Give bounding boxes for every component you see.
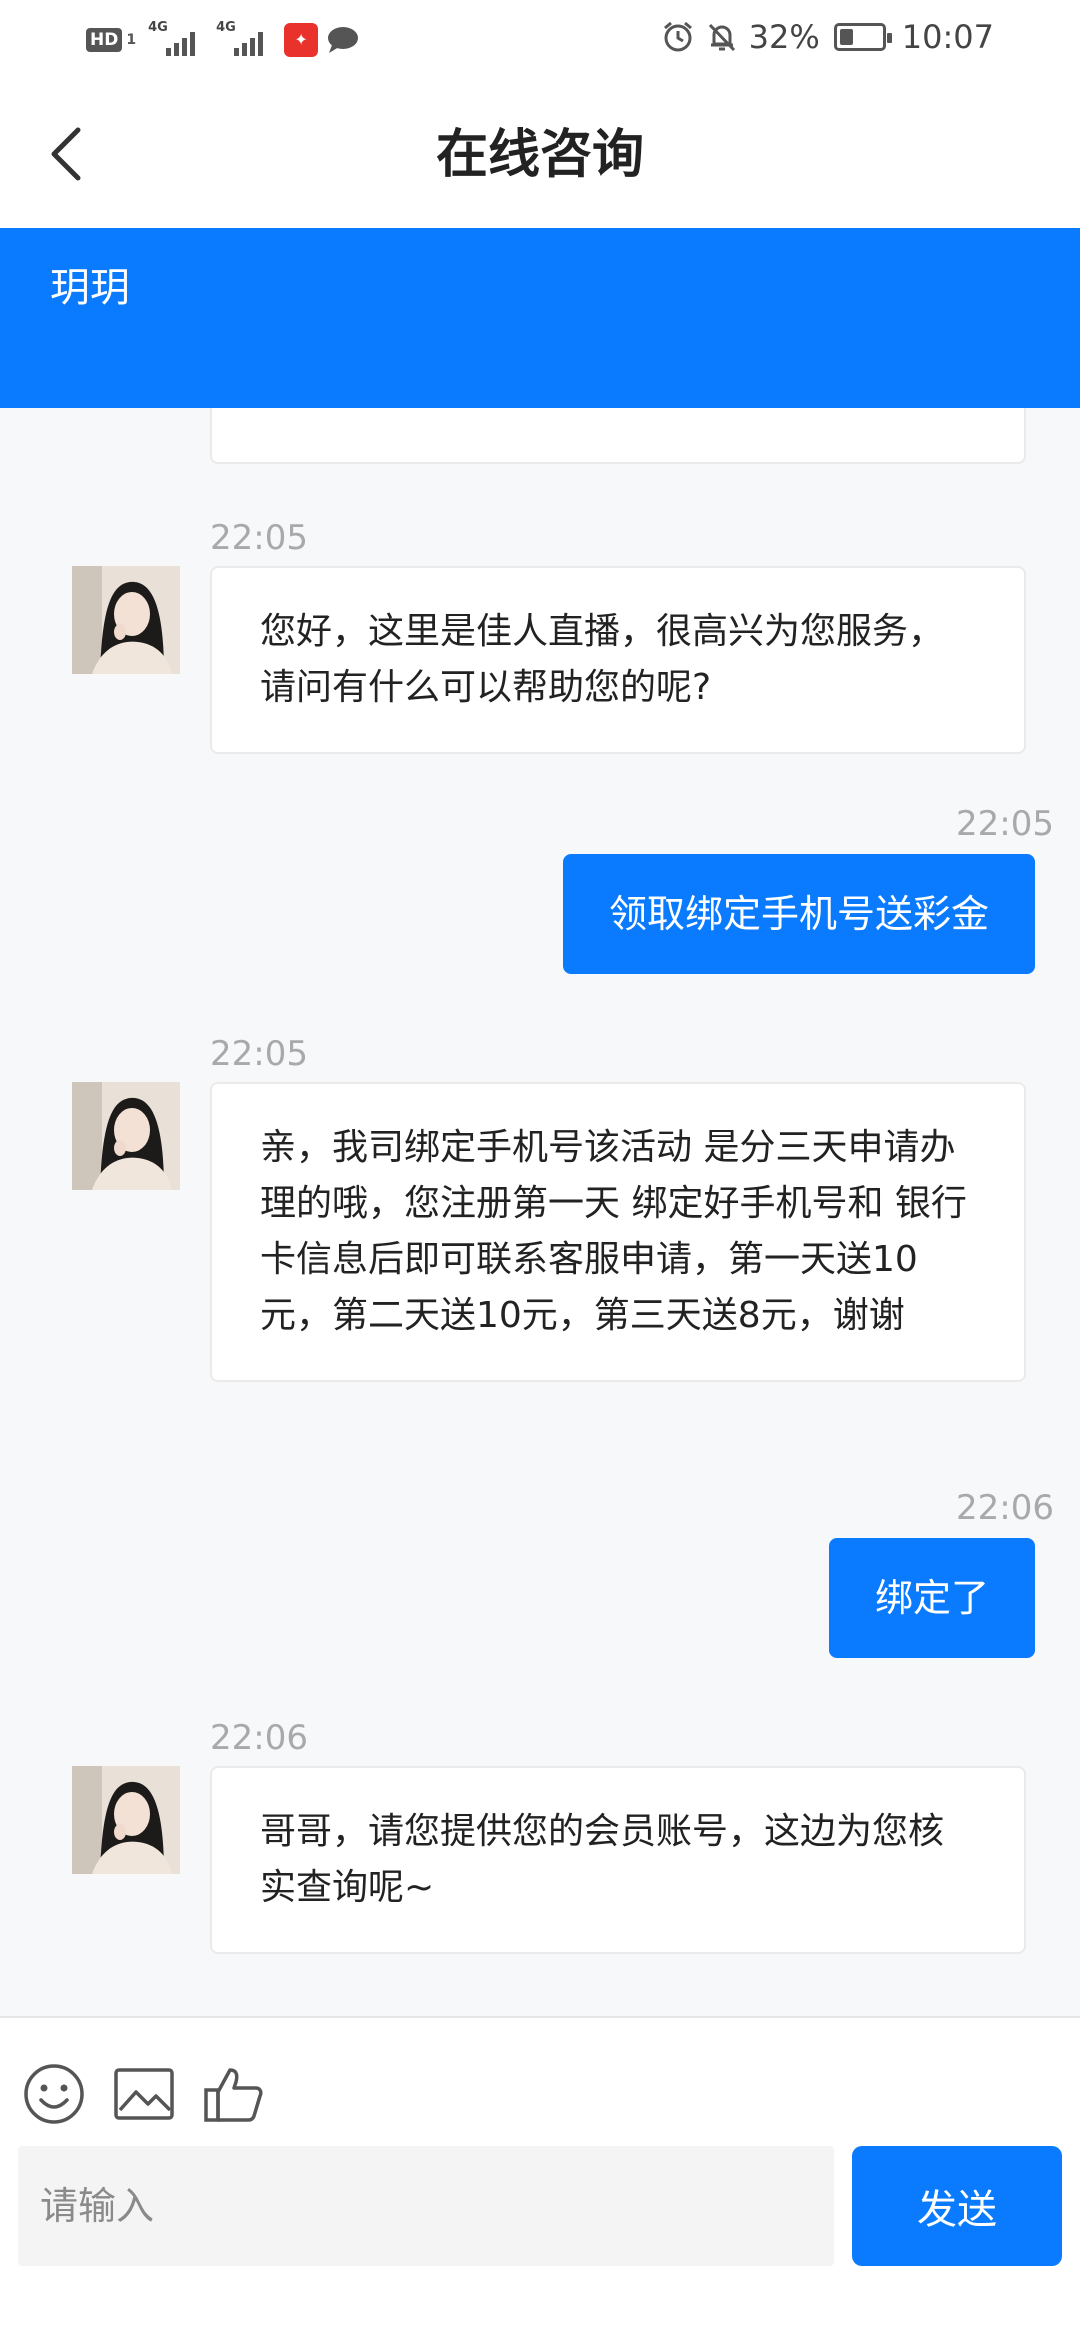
message-timestamp: 22:06 xyxy=(210,1718,308,1758)
battery-icon xyxy=(833,23,892,51)
agent-avatar[interactable] xyxy=(72,566,180,674)
avatar-image xyxy=(72,1766,180,1874)
agent-message-bubble: 哥哥，请您提供您的会员账号，这边为您核实查询呢~ xyxy=(210,1766,1026,1954)
signal-icon-2: 4G xyxy=(216,20,276,58)
hd-sub-indicator: 1 xyxy=(126,32,137,48)
message-timestamp: 22:05 xyxy=(210,1034,308,1074)
avatar-image xyxy=(72,1082,180,1190)
chat-message-list[interactable]: 22:05 您好，这里是佳人直播，很高兴为您服务，请问有什么可以帮助您的呢? 2… xyxy=(0,408,1080,2016)
message-timestamp: 22:06 xyxy=(956,1488,1054,1528)
image-icon[interactable] xyxy=(112,2062,176,2126)
user-message-bubble: 领取绑定手机号送彩金 xyxy=(562,854,1035,974)
message-text: 领取绑定手机号送彩金 xyxy=(608,892,989,936)
message-input[interactable] xyxy=(18,2146,834,2266)
battery-level xyxy=(839,29,853,45)
message-text: 您好，这里是佳人直播，很高兴为您服务，请问有什么可以帮助您的呢? xyxy=(260,611,945,708)
user-message-bubble: 绑定了 xyxy=(828,1538,1035,1658)
page-title: 在线咨询 xyxy=(435,125,644,185)
red-app-icon: ✦ xyxy=(284,23,319,57)
hd-indicator: HD xyxy=(86,28,123,52)
thumbs-up-icon[interactable] xyxy=(202,2062,266,2126)
message-timestamp: 22:05 xyxy=(210,518,308,558)
input-panel: 发送 xyxy=(0,2016,1080,2340)
signal-icon: 4G xyxy=(148,20,208,58)
status-bar: HD 1 4G 4G ✦ 32% 10:07 xyxy=(0,0,1080,80)
agent-avatar[interactable] xyxy=(72,1766,180,1874)
message-bubble-partial xyxy=(210,408,1026,464)
clock: 10:07 xyxy=(901,18,994,56)
agent-message-bubble: 您好，这里是佳人直播，很高兴为您服务，请问有什么可以帮助您的呢? xyxy=(210,566,1026,754)
send-button[interactable]: 发送 xyxy=(852,2146,1062,2266)
agent-banner: 玥玥 xyxy=(0,228,1080,408)
avatar-image xyxy=(72,566,180,674)
agent-name: 玥玥 xyxy=(50,265,130,311)
emoji-icon[interactable] xyxy=(22,2062,86,2126)
agent-message-bubble: 亲，我司绑定手机号该活动 是分三天申请办理的哦，您注册第一天 绑定好手机号和 银… xyxy=(210,1082,1026,1382)
message-text: 哥哥，请您提供您的会员账号，这边为您核实查询呢~ xyxy=(260,1811,945,1908)
bell-off-icon xyxy=(708,23,735,52)
battery-percent: 32% xyxy=(748,18,820,56)
agent-avatar[interactable] xyxy=(72,1082,180,1190)
alarm-icon xyxy=(663,21,692,52)
chat-bubble-icon xyxy=(328,27,359,53)
title-bar: 在线咨询 xyxy=(0,80,1080,228)
message-text: 绑定了 xyxy=(874,1576,989,1620)
message-text: 亲，我司绑定手机号该活动 是分三天申请办理的哦，您注册第一天 绑定好手机号和 银… xyxy=(260,1127,967,1336)
message-timestamp: 22:05 xyxy=(956,804,1054,844)
